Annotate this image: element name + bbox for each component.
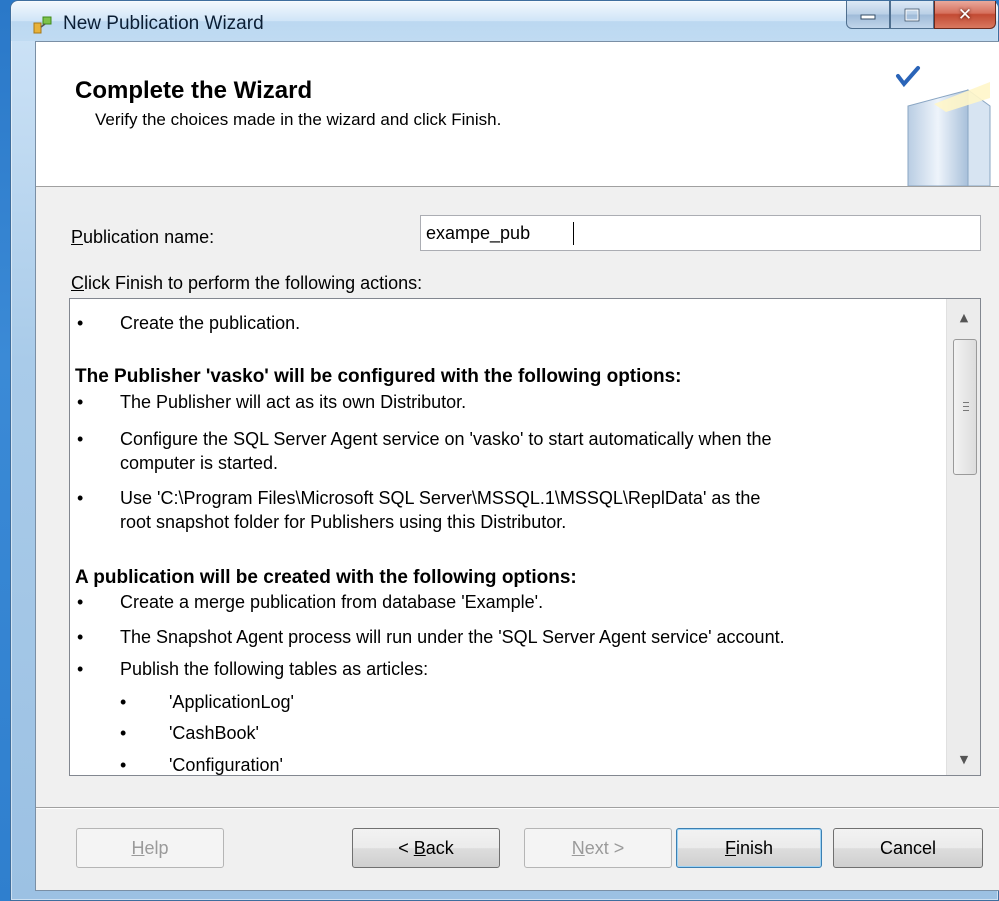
close-icon: ✕	[957, 4, 973, 25]
next-button[interactable]: Next >	[524, 828, 672, 868]
action-item: Create the publication.	[120, 313, 301, 333]
grip-icon	[963, 402, 969, 411]
publication-option: The Snapshot Agent process will run unde…	[120, 627, 785, 647]
publisher-option-continued: computer is started.	[120, 453, 279, 473]
bullet: •	[77, 592, 84, 612]
maximize-button[interactable]	[890, 1, 934, 29]
page-subtitle: Verify the choices made in the wizard an…	[95, 110, 502, 129]
footer-divider	[36, 807, 999, 809]
wizard-book-icon	[896, 66, 991, 186]
scroll-down-arrow-icon[interactable]: ▼	[947, 743, 980, 775]
publisher-option: Configure the SQL Server Agent service o…	[120, 429, 772, 449]
publisher-option: The Publisher will act as its own Distri…	[120, 392, 467, 412]
publication-option: Create a merge publication from database…	[120, 592, 544, 612]
bullet: •	[77, 313, 84, 333]
publisher-section-heading: The Publisher 'vasko' will be configured…	[75, 366, 682, 387]
publication-name-label: Publication name:	[71, 227, 215, 247]
help-button[interactable]: Help	[76, 828, 224, 868]
publisher-option: Use 'C:\Program Files\Microsoft SQL Serv…	[120, 488, 761, 508]
actions-summary-content: • Create the publication. The Publisher …	[70, 299, 940, 775]
publication-section-heading: A publication will be created with the f…	[75, 567, 577, 588]
bullet: •	[120, 755, 127, 775]
finish-button[interactable]: Finish	[676, 828, 822, 868]
bullet: •	[77, 392, 84, 412]
wizard-window: New Publication Wizard ✕ Complete the Wi…	[10, 0, 999, 901]
wizard-header: Complete the Wizard Verify the choices m…	[36, 42, 999, 187]
bullet: •	[77, 429, 84, 449]
scroll-up-arrow-icon[interactable]: ▲	[947, 301, 980, 333]
vertical-scrollbar[interactable]: ▲ ▼	[946, 299, 980, 775]
wizard-body: Complete the Wizard Verify the choices m…	[35, 41, 999, 891]
maximize-icon	[904, 8, 920, 21]
bullet: •	[120, 723, 127, 743]
bullet: •	[77, 488, 84, 508]
article-item: 'Configuration'	[169, 755, 283, 775]
cancel-button[interactable]: Cancel	[833, 828, 983, 868]
replication-app-icon	[33, 16, 52, 34]
scroll-thumb[interactable]	[953, 339, 977, 475]
bullet: •	[120, 692, 127, 712]
article-item: 'ApplicationLog'	[169, 692, 294, 712]
back-button[interactable]: < Back	[352, 828, 500, 868]
minimize-icon	[860, 14, 876, 19]
close-button[interactable]: ✕	[934, 1, 996, 29]
window-controls: ✕	[846, 1, 996, 31]
title-bar[interactable]: New Publication Wizard ✕	[11, 1, 998, 41]
actions-summary[interactable]: • Create the publication. The Publisher …	[69, 298, 981, 776]
bullet: •	[77, 659, 84, 679]
actions-label: Click Finish to perform the following ac…	[71, 273, 423, 293]
publication-option: Publish the following tables as articles…	[120, 659, 429, 679]
page-title: Complete the Wizard	[75, 77, 313, 104]
bullet: •	[77, 627, 84, 647]
publication-name-input[interactable]	[420, 215, 981, 251]
article-item: 'CashBook'	[169, 723, 259, 743]
minimize-button[interactable]	[846, 1, 890, 29]
publisher-option-continued: root snapshot folder for Publishers usin…	[120, 512, 567, 532]
window-title: New Publication Wizard	[63, 13, 264, 34]
text-cursor	[573, 222, 574, 245]
